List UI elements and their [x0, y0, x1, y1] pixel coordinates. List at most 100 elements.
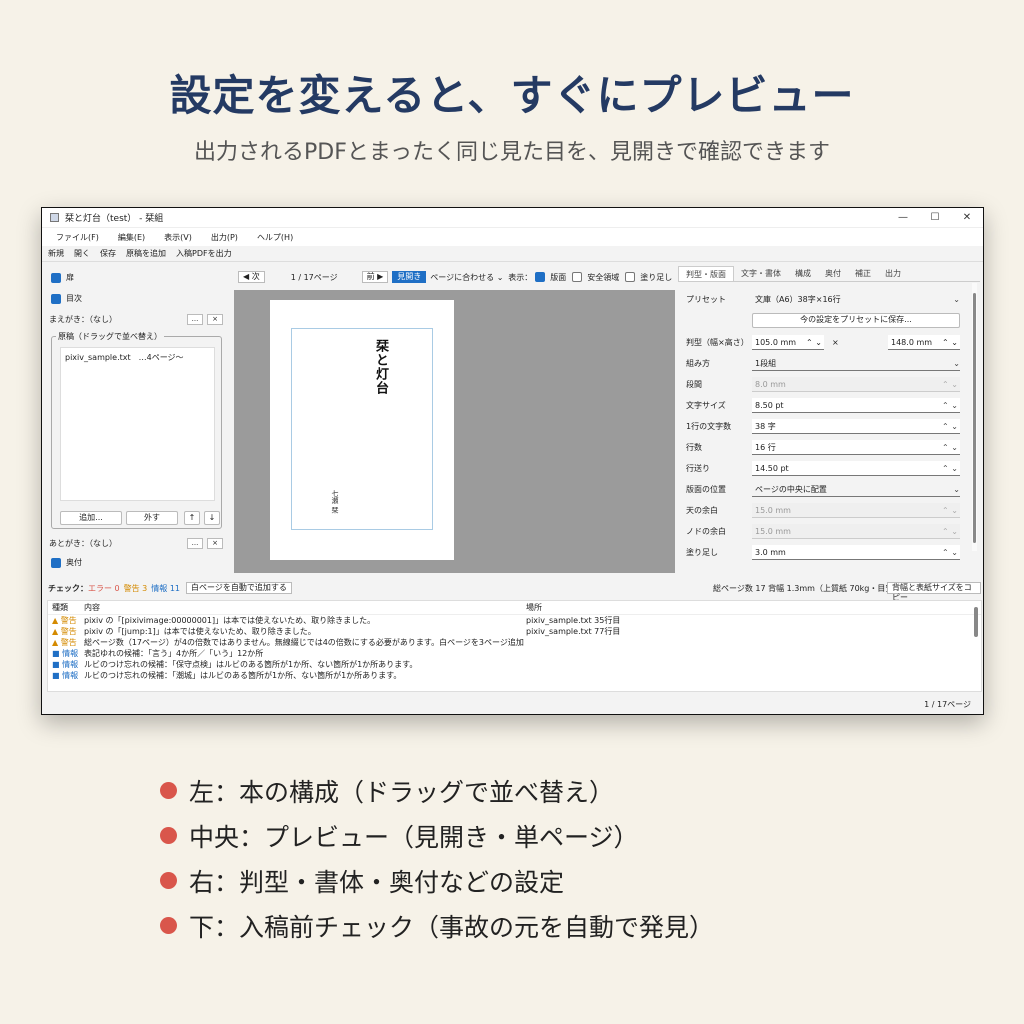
table-row[interactable]: ▲ 警告 総ページ数（17ページ）が4の倍数ではありません。無線綴じでは4の倍数…: [48, 637, 981, 648]
stepper-icon[interactable]: ⌃ ⌄: [942, 464, 958, 473]
bleed-checkbox[interactable]: [625, 272, 636, 282]
maximize-button[interactable]: ☐: [919, 212, 951, 223]
stepper-icon[interactable]: ⌃ ⌄: [942, 443, 958, 452]
bleed-input-value: 3.0 mm: [755, 547, 786, 557]
gutter-input-value: 15.0 mm: [755, 526, 791, 536]
stepper-icon[interactable]: ⌃ ⌄: [942, 401, 958, 410]
menu-help[interactable]: ヘルプ(H): [257, 232, 293, 243]
header-content: 内容: [84, 603, 100, 612]
header-kind: 種類: [52, 603, 68, 612]
leading-input[interactable]: 14.50 pt: [752, 460, 960, 476]
fit-select-value: ページに合わせる: [430, 272, 495, 282]
add-button[interactable]: 追加...: [60, 511, 122, 525]
list-item: 中央：プレビュー（見開き・単ページ）: [160, 813, 714, 858]
check-table: 種類 内容 場所 ▲ 警告 pixiv の「[pixivimage:000000…: [47, 600, 982, 692]
minimize-button[interactable]: —: [887, 212, 919, 223]
tab-correction[interactable]: 補正: [848, 266, 878, 281]
row-kind: ▲ 警告: [52, 616, 77, 625]
atogaki-select-button[interactable]: ...: [187, 538, 203, 549]
table-row[interactable]: ■ 情報 表記ゆれの候補：「言う」4か所／「いう」12か所: [48, 648, 981, 659]
atogaki-clear-button[interactable]: ×: [207, 538, 223, 549]
width-input[interactable]: 105.0 mm ⌃ ⌄: [752, 334, 824, 350]
preset-select-value: 文庫（A6）38字×16行: [755, 294, 841, 304]
bullet-dot-icon: [160, 827, 177, 844]
save-preset-button[interactable]: 今の設定をプリセットに保存...: [752, 313, 960, 328]
window-title: 栞と灯台（test） - 栞組: [65, 214, 164, 224]
next-page-button[interactable]: ◀ 次: [238, 271, 265, 283]
maegaki-clear-button[interactable]: ×: [207, 314, 223, 325]
chars-input-value: 38 字: [755, 421, 776, 431]
stepper-icon[interactable]: ⌃ ⌄: [942, 335, 958, 350]
menu-file[interactable]: ファイル(F): [56, 232, 99, 243]
table-row[interactable]: ▲ 警告 pixiv の「[jump:1]」は本では使えないため、取り除きました…: [48, 626, 981, 637]
position-select[interactable]: ページの中央に配置: [752, 482, 960, 497]
fontsize-label: 文字サイズ: [686, 400, 726, 410]
maegaki-select-button[interactable]: ...: [187, 314, 203, 325]
chevron-down-icon: ⌄: [496, 272, 504, 282]
tab-structure[interactable]: 構成: [788, 266, 818, 281]
settings-scrollbar[interactable]: [972, 283, 977, 551]
fit-select[interactable]: ページに合わせる ⌄: [430, 272, 508, 283]
close-button[interactable]: ✕: [951, 212, 983, 223]
tab-typeface[interactable]: 文字・書体: [734, 266, 788, 281]
stepper-icon[interactable]: ⌃ ⌄: [942, 422, 958, 431]
add-manuscript-button[interactable]: 原稿を追加: [126, 248, 166, 259]
open-button[interactable]: 開く: [74, 248, 90, 259]
auto-blank-page-button[interactable]: 白ページを自動で追加する: [186, 582, 292, 594]
stepper-icon[interactable]: ⌃ ⌄: [942, 548, 958, 557]
fontsize-input[interactable]: 8.50 pt: [752, 397, 960, 413]
kumi-label: 組み方: [686, 358, 710, 368]
okuzuke-label: 奥付: [66, 558, 82, 567]
feature-list: 左：本の構成（ドラッグで並べ替え） 中央：プレビュー（見開き・単ページ） 右：判…: [160, 768, 714, 948]
stepper-icon[interactable]: ⌃ ⌄: [806, 335, 822, 350]
move-down-button[interactable]: ↓: [204, 511, 220, 525]
preview-canvas[interactable]: 栞と灯台 七瀬 栞: [234, 290, 675, 573]
lines-input[interactable]: 16 行: [752, 439, 960, 455]
tab-format[interactable]: 判型・版面: [678, 266, 734, 281]
height-input[interactable]: 148.0 mm ⌃ ⌄: [888, 334, 960, 350]
copy-size-button[interactable]: 背幅と表紙サイズをコピー: [887, 582, 981, 602]
row-kind: ■ 情報: [52, 660, 79, 669]
list-item[interactable]: pixiv_sample.txt …4ページ～: [65, 352, 210, 363]
save-button[interactable]: 保存: [100, 248, 116, 259]
mokuji-checkbox[interactable]: [51, 293, 61, 304]
move-up-button[interactable]: ↑: [184, 511, 200, 525]
menu-bar: ファイル(F) 編集(E) 表示(V) 出力(P) ヘルプ(H): [42, 228, 983, 246]
kumi-select-value: 1段組: [755, 358, 777, 368]
row-content: pixiv の「[pixivimage:00000001]」は本では使えないため…: [84, 616, 376, 625]
new-button[interactable]: 新規: [48, 248, 64, 259]
prev-page-button[interactable]: 前 ▶: [361, 271, 389, 283]
status-bar: 1 / 17ページ: [924, 700, 971, 709]
safe-area-label: 安全領域: [587, 272, 620, 282]
top-margin-input-value: 15.0 mm: [755, 505, 791, 515]
tab-output[interactable]: 出力: [878, 266, 908, 281]
export-pdf-button[interactable]: 入稿PDFを出力: [176, 248, 232, 259]
preset-select[interactable]: 文庫（A6）38字×16行: [752, 292, 960, 307]
kumi-select[interactable]: 1段組: [752, 356, 960, 371]
row-content: ルビのつけ忘れの候補：「潮城」はルビのある箇所が1か所、ない箇所が1か所あります…: [84, 671, 402, 680]
okuzuke-checkbox[interactable]: [51, 557, 61, 568]
safe-area-checkbox[interactable]: [572, 272, 583, 282]
lines-input-value: 16 行: [755, 442, 776, 452]
table-row[interactable]: ■ 情報 ルビのつけ忘れの候補：「保守点検」はルビのある箇所が1か所、ない箇所が…: [48, 659, 981, 670]
tobira-label: 扉: [66, 273, 74, 282]
table-row[interactable]: ▲ 警告 pixiv の「[pixivimage:00000001]」は本では使…: [48, 615, 981, 626]
menu-view[interactable]: 表示(V): [164, 232, 192, 243]
menu-edit[interactable]: 編集(E): [118, 232, 145, 243]
table-scrollbar[interactable]: [974, 607, 978, 637]
spread-toggle[interactable]: 見開き: [392, 271, 427, 283]
list-item: 下：入稿前チェック（事故の元を自動で発見）: [160, 903, 714, 948]
format-settings: プリセット 文庫（A6）38字×16行 ⌄ 今の設定をプリセットに保存... 判…: [678, 283, 970, 571]
remove-button[interactable]: 外す: [126, 511, 178, 525]
bleed-setting-label: 塗り足し: [686, 547, 718, 557]
chars-input[interactable]: 38 字: [752, 418, 960, 434]
hanmen-checkbox[interactable]: [535, 272, 546, 282]
row-content: pixiv の「[jump:1]」は本では使えないため、取り除きました。: [84, 627, 316, 636]
bleed-input[interactable]: 3.0 mm: [752, 544, 960, 560]
hanmen-frame: [291, 328, 433, 530]
tobira-checkbox[interactable]: [51, 272, 61, 283]
manuscript-list[interactable]: pixiv_sample.txt …4ページ～: [60, 347, 215, 501]
tab-colophon[interactable]: 奥付: [818, 266, 848, 281]
menu-output[interactable]: 出力(P): [211, 232, 238, 243]
table-row[interactable]: ■ 情報 ルビのつけ忘れの候補：「潮城」はルビのある箇所が1か所、ない箇所が1か…: [48, 670, 981, 681]
